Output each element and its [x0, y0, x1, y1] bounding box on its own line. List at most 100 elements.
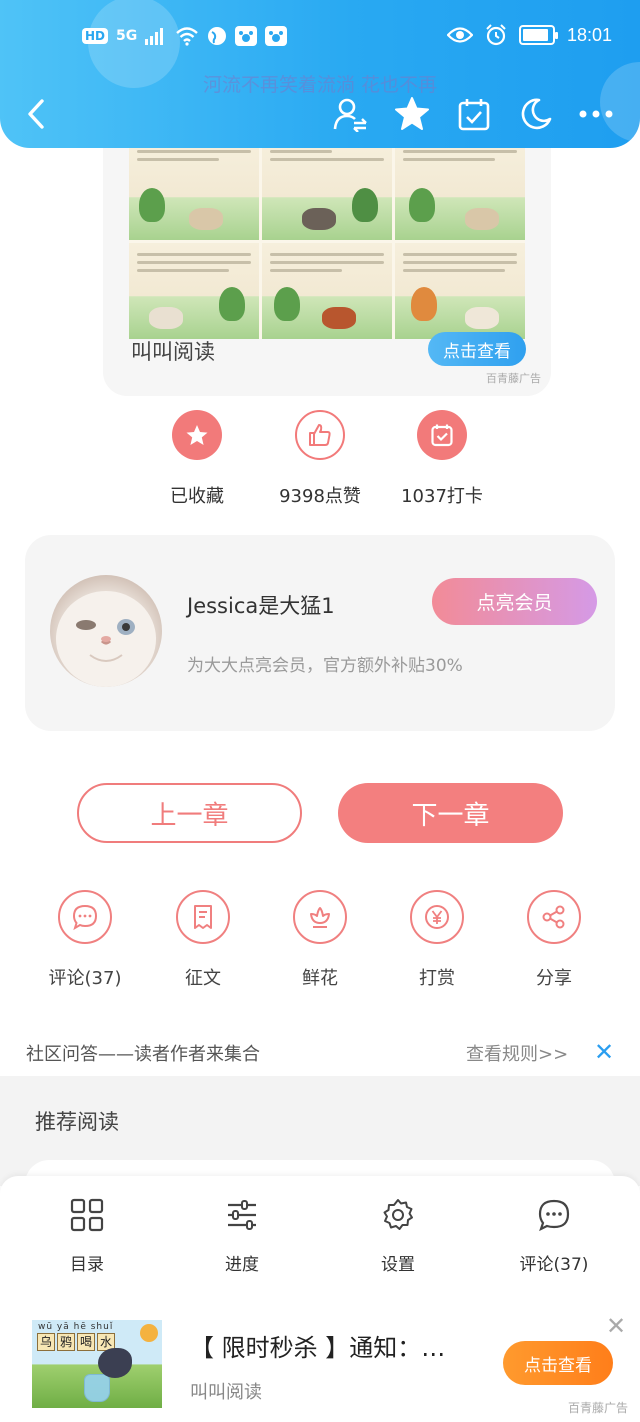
cat-avatar-image	[56, 591, 156, 687]
activate-member-button[interactable]: 点亮会员	[432, 578, 597, 625]
action-flower-label: 鲜花	[302, 968, 338, 989]
bottom-ad-view-button[interactable]: 点击查看	[503, 1341, 613, 1385]
wifi-icon	[176, 27, 199, 46]
nav-catalog[interactable]: 目录	[32, 1198, 142, 1275]
ad-image-hanzi: 乌 鸦 喝 水	[37, 1333, 115, 1351]
bottom-ad-title: 【 限时秒杀 】通知：…	[190, 1334, 446, 1362]
action-tip-label: 打赏	[419, 968, 455, 989]
stat-likes[interactable]: 9398点赞	[250, 410, 390, 508]
nav-catalog-label: 目录	[70, 1255, 104, 1275]
ad-crow-image: wū yā hē shuǐ 乌 鸦 喝 水	[32, 1320, 162, 1408]
close-icon[interactable]: ✕	[594, 1038, 614, 1066]
comment-ring	[58, 890, 112, 944]
status-bar: HD 5G 18:01	[0, 22, 640, 58]
comment-icon	[72, 904, 98, 931]
thumbs-up-icon	[309, 424, 331, 446]
nav-progress-label: 进度	[225, 1255, 259, 1275]
community-qa-bar: 社区问答——读者作者来集合 查看规则>> ✕	[0, 1030, 640, 1074]
night-mode-button[interactable]	[514, 92, 558, 136]
essay-ring	[176, 890, 230, 944]
hd-badge: HD	[82, 28, 109, 44]
checkin-circle	[417, 410, 467, 460]
jar-shape	[84, 1374, 110, 1402]
next-chapter-button[interactable]: 下一章	[338, 783, 563, 843]
calendar-check-icon	[431, 424, 453, 447]
action-share[interactable]: 分享	[499, 890, 609, 990]
share-ring	[527, 890, 581, 944]
recommend-title: 推荐阅读	[35, 1110, 119, 1134]
action-comment[interactable]: 评论(37)	[30, 890, 140, 990]
chapter-stats: 已收藏 9398点赞 1037打卡	[0, 410, 640, 510]
reader-bottom-nav: 目录 进度 设置 评论(37)	[0, 1176, 640, 1304]
member-description: 为大大点亮会员，官方额外补贴30%	[187, 656, 463, 676]
ad-app-name: 叫叫阅读	[131, 340, 215, 364]
comment-icon	[538, 1199, 570, 1232]
close-icon[interactable]: ✕	[606, 1312, 626, 1340]
paw-icon	[235, 26, 258, 46]
moon-icon	[521, 98, 552, 130]
action-essay[interactable]: 征文	[148, 890, 258, 990]
globe-icon	[208, 27, 227, 45]
eye-icon	[446, 27, 473, 43]
story-panel	[129, 243, 259, 339]
bottom-ad-subtitle: 叫叫阅读	[190, 1382, 262, 1403]
share-icon	[542, 905, 565, 929]
top-ad-card[interactable]: 叫叫阅读 点击查看 百青藤广告	[103, 120, 551, 396]
star-icon	[395, 97, 429, 130]
more-button[interactable]	[574, 92, 618, 136]
action-tip[interactable]: 打赏	[382, 890, 492, 990]
stat-likes-label: 9398点赞	[279, 486, 361, 507]
header-nav	[0, 92, 640, 136]
recommend-section: 推荐阅读	[0, 1076, 640, 1220]
gear-icon	[383, 1199, 413, 1230]
story-panel	[395, 144, 525, 240]
stat-favorite[interactable]: 已收藏	[127, 410, 267, 508]
community-title[interactable]: 社区问答——读者作者来集合	[26, 1040, 260, 1066]
tip-ring	[410, 890, 464, 944]
ad-image-char: 鸦	[57, 1333, 75, 1351]
ad-image-char: 乌	[37, 1333, 55, 1351]
member-card: Jessica是大猛1 为大大点亮会员，官方额外补贴30% 点亮会员	[25, 535, 615, 731]
bottom-ad-banner[interactable]: wū yā hē shuǐ 乌 鸦 喝 水 【 限时秒杀 】通知：… 叫叫阅读 …	[0, 1304, 640, 1422]
action-comment-label: 评论(37)	[48, 968, 122, 989]
calendar-check-icon	[458, 99, 490, 131]
back-button[interactable]	[14, 92, 58, 136]
chapter-actions: 评论(37) 征文 鲜花 打赏 分享	[0, 890, 640, 1000]
avatar[interactable]	[50, 575, 162, 687]
action-essay-label: 征文	[185, 968, 221, 989]
action-flower[interactable]: 鲜花	[265, 890, 375, 990]
favorite-button[interactable]	[390, 92, 434, 136]
status-time: 18:01	[566, 24, 612, 45]
story-panel	[395, 243, 525, 339]
sliders-icon	[228, 1200, 256, 1230]
story-panel	[262, 243, 392, 339]
nav-settings[interactable]: 设置	[343, 1198, 453, 1275]
favorite-circle	[172, 410, 222, 460]
back-icon	[28, 99, 44, 129]
signal-icon	[145, 28, 164, 45]
nav-comments-label: 评论(37)	[519, 1255, 589, 1275]
ad-image-char: 喝	[77, 1333, 95, 1351]
alarm-icon	[486, 24, 506, 46]
nav-comments[interactable]: 评论(37)	[499, 1198, 609, 1275]
more-icon	[579, 110, 613, 118]
prev-chapter-button[interactable]: 上一章	[77, 783, 302, 843]
user-switch-icon	[333, 98, 367, 132]
ad-source-tag: 百青藤广告	[486, 372, 541, 385]
ad-storybook-image	[129, 144, 525, 339]
top-header: HD 5G 18:01 河流不再笑着流淌 花也不再	[0, 0, 640, 148]
flower-icon	[310, 907, 330, 928]
checkin-button[interactable]	[452, 92, 496, 136]
grid-icon	[70, 1198, 104, 1232]
like-circle	[295, 410, 345, 460]
battery-fill	[522, 29, 549, 41]
paw-icon	[265, 26, 288, 46]
stat-checkins[interactable]: 1037打卡	[372, 410, 512, 508]
nav-progress[interactable]: 进度	[187, 1198, 297, 1275]
ad-view-button[interactable]: 点击查看	[428, 332, 526, 366]
ad-image-pinyin: wū yā hē shuǐ	[38, 1322, 114, 1332]
view-rules-link[interactable]: 查看规则>>	[466, 1040, 568, 1066]
story-panel	[262, 144, 392, 240]
story-panel	[129, 144, 259, 240]
switch-user-button[interactable]	[328, 92, 372, 136]
